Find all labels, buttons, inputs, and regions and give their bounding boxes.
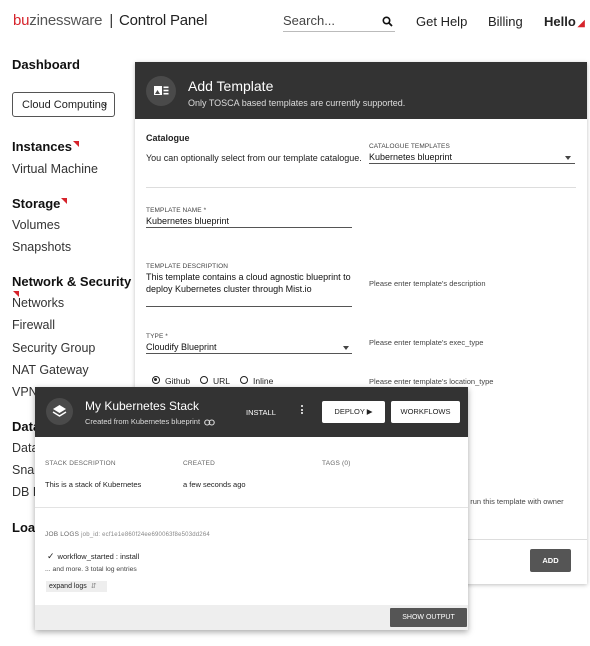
stack-card: My Kubernetes Stack Created from Kuberne… bbox=[35, 387, 468, 630]
section-divider bbox=[146, 187, 576, 188]
tags-label: TAGS (0) bbox=[322, 460, 351, 467]
type-select-value[interactable]: Cloudify Blueprint bbox=[146, 342, 217, 352]
location-hint: Please enter template's location_type bbox=[369, 377, 494, 386]
radio-github-label: Github bbox=[165, 376, 191, 386]
corner-flag-icon bbox=[72, 141, 79, 147]
radio-url-label: URL bbox=[213, 376, 231, 386]
show-output-button[interactable]: SHOW OUTPUT bbox=[390, 608, 467, 627]
check-icon: ✓ bbox=[47, 551, 55, 561]
stack-subtitle-text: Created from Kubernetes blueprint bbox=[85, 417, 201, 426]
search-input[interactable]: Search... bbox=[283, 10, 395, 32]
sidebar-dashboard[interactable]: Dashboard bbox=[12, 57, 80, 72]
catalogue-templates-label: CATALOGUE TEMPLATES bbox=[369, 143, 450, 150]
layers-icon bbox=[46, 398, 73, 425]
catalogue-templates-value[interactable]: Kubernetes blueprint bbox=[369, 152, 452, 162]
template-description-underline bbox=[146, 306, 352, 307]
stack-header: My Kubernetes Stack Created from Kuberne… bbox=[35, 387, 468, 437]
billing-link[interactable]: Billing bbox=[488, 14, 523, 29]
search-icon[interactable] bbox=[382, 14, 393, 32]
stack-divider bbox=[35, 507, 468, 508]
radio-inline[interactable] bbox=[240, 376, 248, 384]
description-hint: Please enter template's description bbox=[369, 279, 486, 288]
stack-footer: SHOW OUTPUT bbox=[35, 605, 468, 630]
sidebar-instances-heading[interactable]: Instances bbox=[12, 139, 79, 154]
log-entry: ✓ workflow_started : install bbox=[47, 551, 139, 562]
sidebar-item-volumes[interactable]: Volumes bbox=[12, 218, 60, 232]
template-name-input[interactable]: Kubernetes blueprint bbox=[146, 216, 229, 226]
link-icon bbox=[204, 418, 215, 426]
app-title: Control Panel bbox=[119, 12, 208, 29]
stack-description-value: This is a stack of Kubernetes bbox=[45, 480, 142, 489]
template-description-label: TEMPLATE DESCRIPTION bbox=[146, 263, 229, 270]
catalogue-text: You can optionally select from our templ… bbox=[146, 153, 362, 163]
corner-flag-icon bbox=[61, 198, 68, 204]
dropdown-arrow-icon[interactable] bbox=[565, 156, 571, 160]
network-security-label: Network & Security bbox=[12, 274, 132, 289]
dropdown-arrow-icon[interactable] bbox=[343, 346, 349, 350]
deploy-label: DEPLOY bbox=[334, 407, 365, 416]
radio-inline-label: Inline bbox=[253, 376, 274, 386]
get-help-link[interactable]: Get Help bbox=[416, 14, 467, 29]
type-select-underline bbox=[146, 353, 352, 354]
sidebar-item-vpn[interactable]: VPN bbox=[12, 385, 38, 399]
sidebar-item-virtual-machine[interactable]: Virtual Machine bbox=[12, 162, 98, 176]
chevron-down-icon: ⌄ bbox=[100, 98, 109, 109]
region-selector[interactable]: Cloud Computing ⌄ bbox=[12, 92, 115, 117]
catalogue-heading: Catalogue bbox=[146, 133, 190, 143]
expand-logs-label: expand logs bbox=[49, 583, 87, 590]
stack-title: My Kubernetes Stack bbox=[85, 399, 200, 413]
created-value: a few seconds ago bbox=[183, 480, 246, 489]
type-hint: Please enter template's exec_type bbox=[369, 338, 484, 347]
sidebar-storage-heading[interactable]: Storage bbox=[12, 196, 68, 211]
top-bar: buzinessware | Control Panel Search... Get… bbox=[0, 0, 590, 42]
instances-label: Instances bbox=[12, 139, 72, 154]
template-name-underline bbox=[146, 227, 352, 228]
footer-divider bbox=[468, 539, 587, 540]
sidebar-item-networks[interactable]: Networks bbox=[12, 296, 64, 310]
add-button[interactable]: ADD bbox=[530, 549, 571, 572]
expand-logs-button[interactable]: expand logs ⇵ bbox=[46, 581, 107, 592]
sidebar-item-snapshots[interactable]: Snapshots bbox=[12, 240, 71, 254]
catalogue-select-underline bbox=[369, 163, 575, 164]
job-logs-title: JOB LOGS bbox=[45, 531, 80, 538]
more-entries: ... and more. 3 total log entries bbox=[45, 566, 137, 573]
unfold-icon: ⇵ bbox=[90, 583, 97, 590]
template-description-line2[interactable]: deploy Kubernetes cluster through Mist.i… bbox=[146, 284, 312, 294]
storage-label: Storage bbox=[12, 196, 61, 211]
job-logs-label: JOB LOGS job_id: ecf1e1e860f24ee690063f8… bbox=[45, 531, 210, 538]
caret-icon: ◢ bbox=[577, 18, 585, 28]
template-description-line1[interactable]: This template contains a cloud agnostic … bbox=[146, 272, 351, 282]
job-id: job_id: ecf1e1e860f24ee690063f8e503dd264 bbox=[81, 532, 210, 538]
created-label: CREATED bbox=[183, 460, 215, 467]
logo-red-part: bu bbox=[13, 12, 30, 29]
stack-subtitle: Created from Kubernetes blueprint bbox=[85, 417, 215, 426]
region-selector-value: Cloud Computing bbox=[22, 99, 107, 111]
workflows-button[interactable]: WORKFLOWS bbox=[391, 401, 460, 423]
brand-logo[interactable]: buzinessware | Control Panel bbox=[13, 12, 208, 29]
sidebar-item-nat-gateway[interactable]: NAT Gateway bbox=[12, 363, 89, 377]
user-menu[interactable]: Hello ◢ bbox=[544, 14, 585, 29]
hello-label: Hello bbox=[544, 14, 576, 29]
add-template-subtitle: Only TOSCA based templates are currently… bbox=[188, 98, 406, 108]
owner-hint: o run this template with owner bbox=[464, 497, 564, 506]
add-template-title: Add Template bbox=[188, 78, 274, 94]
template-name-label: TEMPLATE NAME * bbox=[146, 207, 207, 214]
install-button[interactable]: INSTALL bbox=[246, 408, 276, 417]
radio-url[interactable] bbox=[200, 376, 208, 384]
template-icon bbox=[146, 76, 176, 106]
sidebar-item-firewall[interactable]: Firewall bbox=[12, 318, 55, 332]
radio-github[interactable] bbox=[152, 376, 160, 384]
play-icon: ▶ bbox=[366, 407, 373, 416]
log-entry-text: workflow_started : install bbox=[57, 552, 140, 561]
more-vert-icon[interactable] bbox=[301, 405, 305, 416]
deploy-button[interactable]: DEPLOY ▶ bbox=[322, 401, 385, 423]
search-placeholder: Search... bbox=[283, 13, 336, 28]
logo-separator: | bbox=[109, 12, 114, 29]
logo-grey-part: zinessware bbox=[29, 12, 103, 29]
sidebar-item-security-group[interactable]: Security Group bbox=[12, 341, 95, 355]
stack-description-label: STACK DESCRIPTION bbox=[45, 460, 116, 467]
add-template-header: Add Template Only TOSCA based templates … bbox=[135, 62, 587, 119]
type-label: TYPE * bbox=[146, 333, 168, 340]
